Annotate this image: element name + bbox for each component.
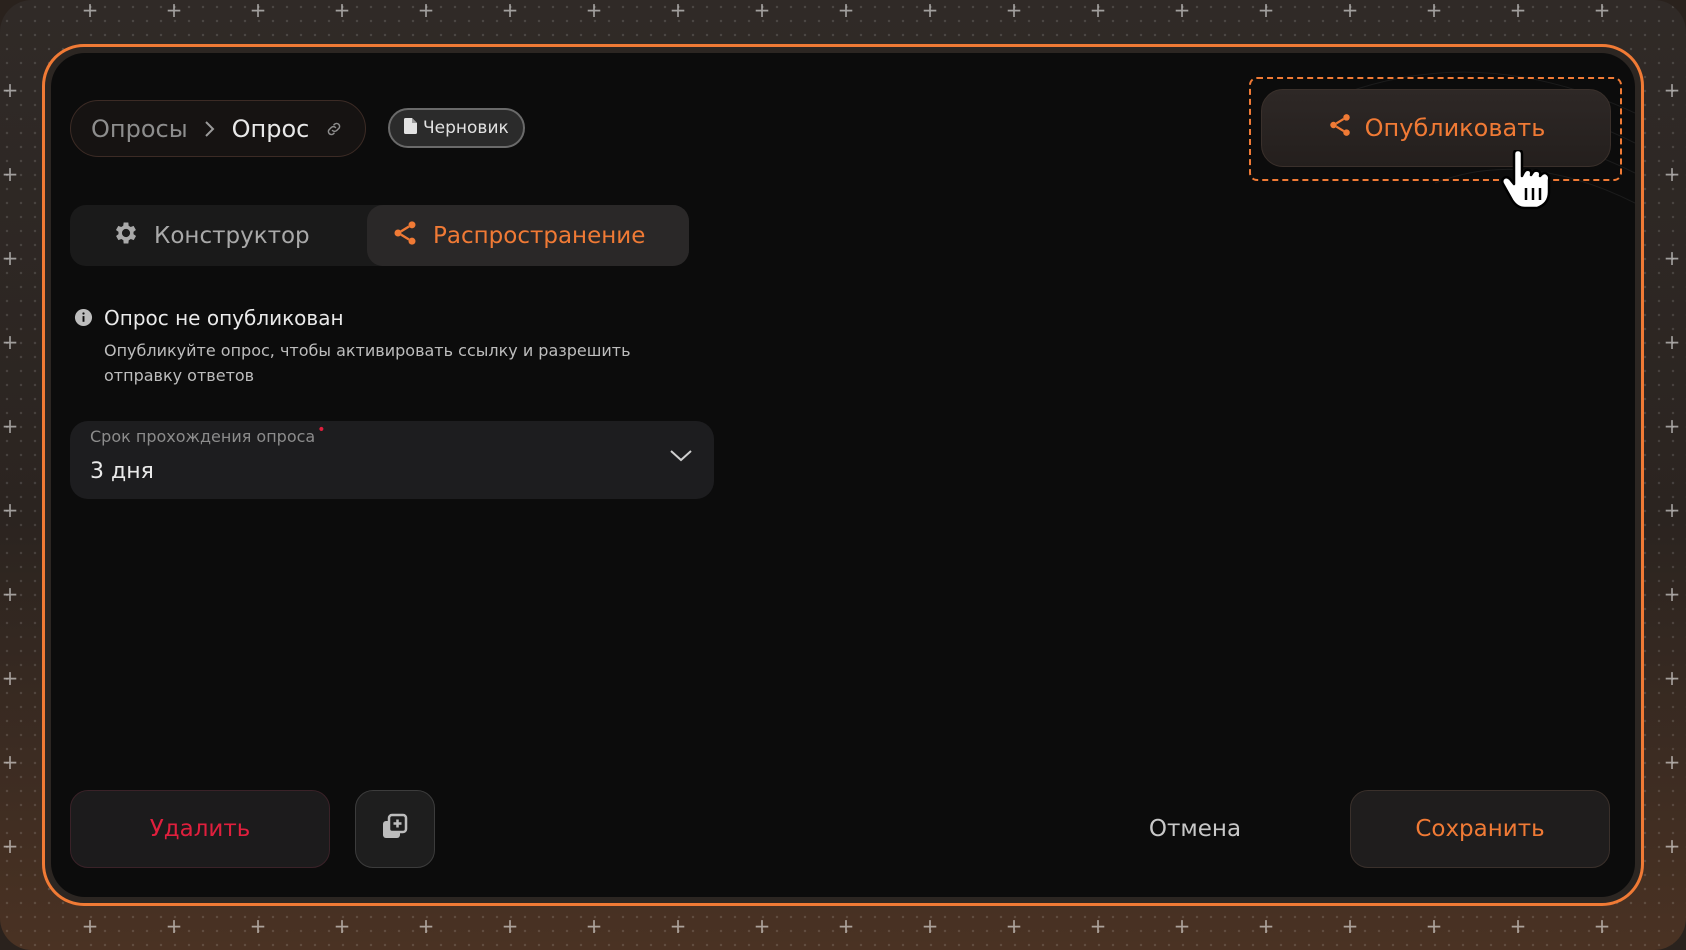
plus-mark: + bbox=[837, 914, 855, 938]
status-badge-label: Черновик bbox=[423, 118, 509, 138]
plus-mark: + bbox=[1663, 78, 1681, 102]
plus-mark: + bbox=[1663, 834, 1681, 858]
plus-mark: + bbox=[1089, 0, 1107, 22]
plus-mark: + bbox=[1, 834, 19, 858]
notice-title: Опрос не опубликован bbox=[104, 306, 344, 330]
chevron-down-icon bbox=[670, 448, 692, 467]
plus-mark: + bbox=[1425, 0, 1443, 22]
plus-mark: + bbox=[585, 0, 603, 22]
plus-mark: + bbox=[1663, 498, 1681, 522]
duplicate-icon bbox=[380, 812, 410, 846]
notice-text: Опубликуйте опрос, чтобы активировать сс… bbox=[104, 341, 631, 385]
status-badge: Черновик bbox=[388, 108, 525, 148]
plus-mark: + bbox=[417, 914, 435, 938]
plus-mark: + bbox=[1593, 0, 1611, 22]
save-button[interactable]: Сохранить bbox=[1350, 790, 1610, 868]
publish-button-label: Опубликовать bbox=[1364, 114, 1546, 142]
plus-mark: + bbox=[249, 914, 267, 938]
hand-cursor-icon bbox=[1500, 148, 1562, 214]
plus-mark: + bbox=[81, 914, 99, 938]
required-mark: • bbox=[317, 422, 326, 438]
plus-mark: + bbox=[333, 0, 351, 22]
chevron-right-icon bbox=[204, 120, 216, 138]
plus-mark: + bbox=[1341, 914, 1359, 938]
breadcrumb-current: Опрос bbox=[231, 114, 310, 143]
tab-distribution-label: Распространение bbox=[433, 222, 646, 249]
delete-button[interactable]: Удалить bbox=[70, 790, 330, 868]
plus-mark: + bbox=[1, 330, 19, 354]
gear-icon bbox=[112, 219, 140, 253]
plus-mark: + bbox=[1663, 750, 1681, 774]
tab-bar: Конструктор Распространение bbox=[70, 205, 689, 266]
plus-mark: + bbox=[1663, 582, 1681, 606]
plus-mark: + bbox=[165, 0, 183, 22]
plus-mark: + bbox=[1, 750, 19, 774]
plus-mark: + bbox=[1, 582, 19, 606]
plus-mark: + bbox=[333, 914, 351, 938]
share-icon bbox=[1327, 112, 1353, 144]
plus-mark: + bbox=[1509, 0, 1527, 22]
plus-mark: + bbox=[669, 914, 687, 938]
plus-mark: + bbox=[1173, 914, 1191, 938]
plus-mark: + bbox=[417, 0, 435, 22]
plus-mark: + bbox=[669, 0, 687, 22]
plus-mark: + bbox=[1173, 0, 1191, 22]
plus-mark: + bbox=[585, 914, 603, 938]
plus-mark: + bbox=[753, 0, 771, 22]
plus-mark: + bbox=[921, 0, 939, 22]
plus-mark: + bbox=[1663, 162, 1681, 186]
share-icon bbox=[391, 219, 419, 253]
plus-mark: + bbox=[921, 914, 939, 938]
plus-mark: + bbox=[501, 914, 519, 938]
plus-mark: + bbox=[1663, 414, 1681, 438]
plus-mark: + bbox=[81, 0, 99, 22]
tab-distribution[interactable]: Распространение bbox=[367, 205, 689, 266]
plus-mark: + bbox=[501, 0, 519, 22]
tab-constructor[interactable]: Конструктор bbox=[112, 205, 310, 266]
plus-mark: + bbox=[165, 914, 183, 938]
plus-mark: + bbox=[1, 666, 19, 690]
plus-mark: + bbox=[1005, 0, 1023, 22]
info-icon bbox=[74, 308, 93, 331]
plus-mark: + bbox=[1257, 914, 1275, 938]
document-icon bbox=[404, 117, 417, 139]
plus-mark: + bbox=[1663, 246, 1681, 270]
plus-mark: + bbox=[1257, 0, 1275, 22]
plus-mark: + bbox=[1089, 914, 1107, 938]
duplicate-button[interactable] bbox=[355, 790, 435, 868]
plus-mark: + bbox=[1425, 914, 1443, 938]
plus-mark: + bbox=[1, 78, 19, 102]
plus-mark: + bbox=[837, 0, 855, 22]
plus-mark: + bbox=[1, 414, 19, 438]
plus-mark: + bbox=[1663, 666, 1681, 690]
link-icon[interactable] bbox=[325, 120, 343, 138]
plus-mark: + bbox=[1663, 330, 1681, 354]
plus-mark: + bbox=[753, 914, 771, 938]
deadline-select[interactable]: Срок прохождения опроса • 3 дня bbox=[70, 421, 714, 499]
tab-constructor-label: Конструктор bbox=[154, 222, 310, 249]
breadcrumb: Опросы Опрос bbox=[70, 100, 367, 157]
plus-mark: + bbox=[1005, 914, 1023, 938]
plus-mark: + bbox=[1509, 914, 1527, 938]
plus-mark: + bbox=[249, 0, 267, 22]
breadcrumb-parent[interactable]: Опросы bbox=[91, 115, 188, 143]
plus-mark: + bbox=[1, 246, 19, 270]
plus-mark: + bbox=[1341, 0, 1359, 22]
deadline-select-label: Срок прохождения опроса • bbox=[90, 422, 326, 446]
plus-mark: + bbox=[1, 498, 19, 522]
plus-mark: + bbox=[1, 162, 19, 186]
plus-mark: + bbox=[1593, 914, 1611, 938]
deadline-select-value: 3 дня bbox=[90, 459, 154, 484]
cancel-button[interactable]: Отмена bbox=[1120, 790, 1270, 868]
